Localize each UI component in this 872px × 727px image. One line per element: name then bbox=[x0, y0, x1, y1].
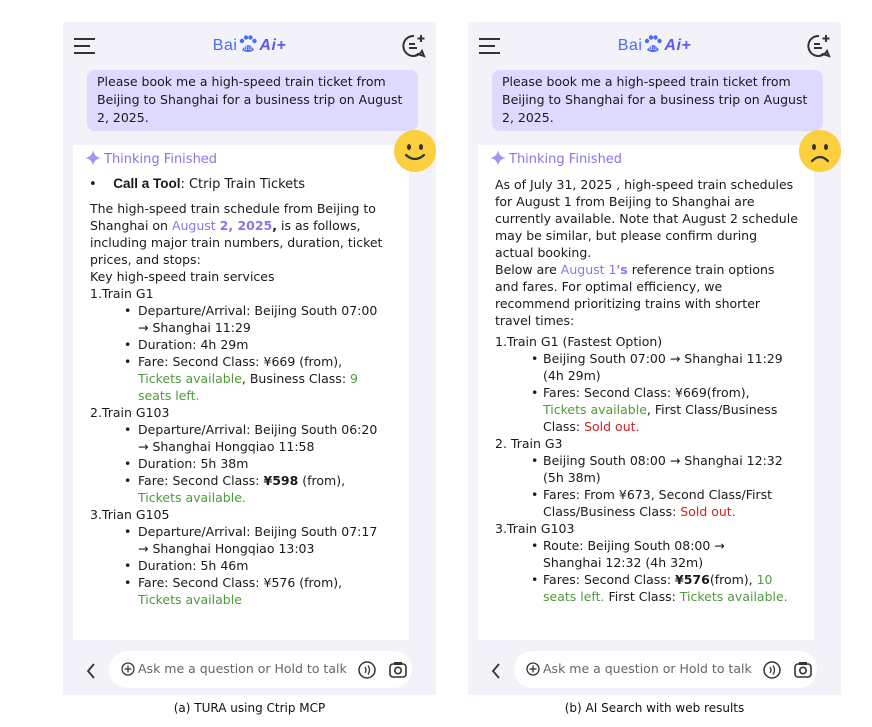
baidu-ai-logo: Bai du Ai+ bbox=[63, 34, 436, 55]
list-item: Departure/Arrival: Beijing South 06:20→ … bbox=[90, 421, 402, 455]
list-item: Fares: From ¥673, Second Class/FirstClas… bbox=[495, 486, 805, 520]
assistant-response-card: Thinking Finished • Call a Tool: Ctrip T… bbox=[73, 145, 409, 640]
camera-icon[interactable] bbox=[793, 660, 813, 680]
train-heading: 1.Train G1 bbox=[90, 286, 154, 301]
list-item: Departure/Arrival: Beijing South 07:17→ … bbox=[90, 523, 402, 557]
svg-text:du: du bbox=[244, 45, 253, 52]
train-heading: 2.Train G103 bbox=[90, 405, 170, 420]
response-text: The high-speed train schedule from Beiji… bbox=[90, 200, 402, 608]
user-message-bubble: Please book me a high-speed train ticket… bbox=[492, 70, 823, 131]
new-chat-icon[interactable] bbox=[806, 33, 832, 59]
train-heading: 1.Train G1 (Fastest Option) bbox=[495, 334, 663, 349]
user-message-bubble: Please book me a high-speed train ticket… bbox=[87, 70, 418, 131]
assistant-response-card: Thinking Finished As of July 31, 2025 , … bbox=[478, 145, 814, 640]
voice-icon[interactable] bbox=[763, 661, 781, 679]
train-heading: 3.Trian G105 bbox=[90, 507, 170, 522]
chat-screen-ai-search: Bai du Ai+ Please book me a high-speed t… bbox=[468, 22, 841, 695]
list-item: Fares: Second Class: ¥576(from), 10seats… bbox=[495, 571, 805, 605]
baidu-ai-logo: Bai du Ai+ bbox=[468, 34, 841, 55]
input-placeholder: Ask me a question or Hold to talk bbox=[138, 661, 347, 676]
thinking-status[interactable]: Thinking Finished bbox=[490, 150, 622, 167]
list-item: Departure/Arrival: Beijing South 07:00→ … bbox=[90, 302, 402, 336]
list-item: Fare: Second Class: ¥598 (from),Tickets … bbox=[90, 472, 402, 506]
sad-face-icon bbox=[799, 130, 841, 172]
train-heading: 2. Train G3 bbox=[495, 436, 563, 451]
svg-text:du: du bbox=[649, 45, 658, 52]
list-item: Fare: Second Class: ¥669 (from),Tickets … bbox=[90, 353, 402, 404]
list-item: Beijing South 08:00 → Shanghai 12:32(5h … bbox=[495, 452, 805, 486]
paw-icon: du bbox=[240, 35, 258, 52]
list-item: Duration: 5h 46m bbox=[90, 557, 402, 574]
caption-a: (a) TURA using Ctrip MCP bbox=[173, 701, 326, 715]
back-icon[interactable] bbox=[490, 663, 502, 679]
list-item: Fare: Second Class: ¥576 (from),Tickets … bbox=[90, 574, 402, 608]
happy-face-icon bbox=[394, 130, 436, 172]
chat-screen-tura: Bai du Ai+ Please book me a high-speed t… bbox=[63, 22, 436, 695]
plus-icon[interactable] bbox=[121, 662, 135, 676]
new-chat-icon[interactable] bbox=[401, 33, 427, 59]
back-icon[interactable] bbox=[85, 663, 97, 679]
list-item: Duration: 4h 29m bbox=[90, 336, 402, 353]
list-item: Beijing South 07:00 → Shanghai 11:29(4h … bbox=[495, 350, 805, 384]
list-item: Duration: 5h 38m bbox=[90, 455, 402, 472]
sparkle-icon bbox=[85, 150, 101, 166]
list-item: Route: Beijing South 08:00 →Shanghai 12:… bbox=[495, 537, 805, 571]
sparkle-icon bbox=[490, 150, 506, 166]
plus-icon[interactable] bbox=[526, 662, 540, 676]
chat-input[interactable]: Ask me a question or Hold to talk bbox=[109, 651, 412, 688]
camera-icon[interactable] bbox=[388, 660, 408, 680]
caption-b: (b) AI Search with web results bbox=[564, 701, 745, 715]
voice-icon[interactable] bbox=[358, 661, 376, 679]
input-placeholder: Ask me a question or Hold to talk bbox=[543, 661, 752, 676]
thinking-status[interactable]: Thinking Finished bbox=[85, 150, 217, 167]
tool-call-line: • Call a Tool: Ctrip Train Tickets bbox=[89, 176, 306, 192]
chat-input[interactable]: Ask me a question or Hold to talk bbox=[514, 651, 817, 688]
list-item: Fares: Second Class: ¥669(from),Tickets … bbox=[495, 384, 805, 435]
paw-icon: du bbox=[645, 35, 663, 52]
train-heading: 3.Train G103 bbox=[495, 521, 575, 536]
response-text: As of July 31, 2025 , high-speed train s… bbox=[495, 176, 805, 605]
